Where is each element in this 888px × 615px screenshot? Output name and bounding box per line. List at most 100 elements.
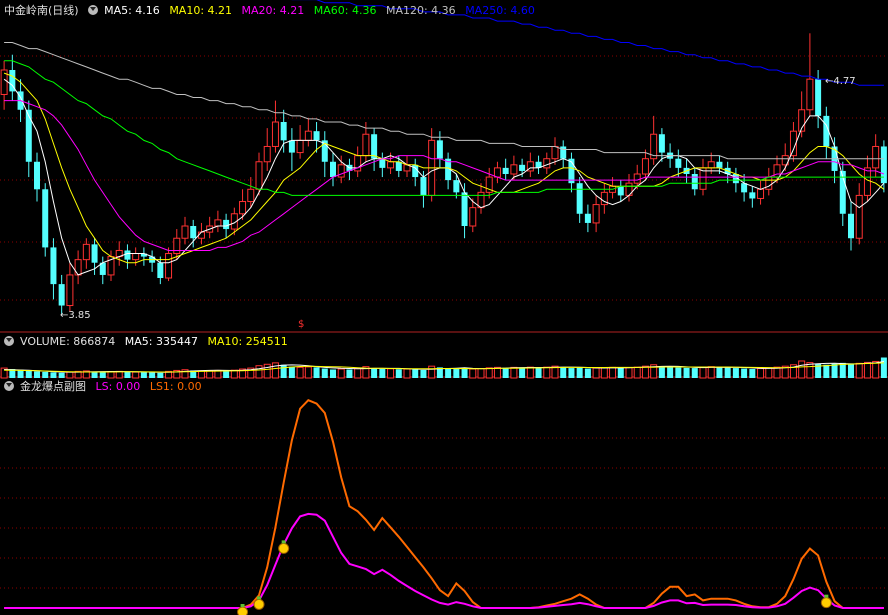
volume-bar-down bbox=[839, 362, 846, 378]
candle-body-down bbox=[91, 244, 98, 263]
volume-bar-down bbox=[560, 367, 567, 378]
indicator-header: 金龙爆点副图 LS: 0.00 LS1: 0.00 bbox=[4, 378, 208, 396]
candle-body-down bbox=[190, 226, 197, 239]
low-price-label: ←3.85 bbox=[60, 310, 91, 321]
volume-bar-down bbox=[749, 369, 756, 378]
volume-layer bbox=[0, 357, 887, 379]
volume-bar-up bbox=[271, 362, 279, 379]
volume-bar-down bbox=[741, 368, 748, 378]
candle-body-down bbox=[519, 164, 526, 171]
candle-body-up bbox=[469, 207, 477, 227]
candle-body-up bbox=[510, 164, 518, 175]
signal-dot-leaf bbox=[281, 540, 286, 544]
candle-body-down bbox=[58, 284, 65, 306]
volume-bar-up bbox=[757, 368, 765, 379]
volume-bar-up bbox=[773, 366, 781, 379]
candle-body-up bbox=[304, 130, 312, 141]
candle-body-down bbox=[42, 189, 49, 248]
ma250-label: MA250: 4.60 bbox=[465, 4, 535, 17]
candle-body-up bbox=[66, 274, 74, 307]
signal-dot bbox=[278, 542, 290, 554]
ma120-line bbox=[4, 42, 884, 160]
candle-body-up bbox=[477, 191, 485, 209]
signal-dot bbox=[253, 598, 265, 610]
candle-body-up bbox=[165, 253, 173, 279]
volume-bar-down bbox=[379, 369, 386, 378]
candle-body-down bbox=[379, 158, 386, 168]
indicator-title: 金龙爆点副图 bbox=[20, 380, 86, 393]
candle-body-down bbox=[313, 131, 320, 141]
candle-body-up bbox=[197, 231, 205, 239]
volume-bar-down bbox=[330, 369, 336, 378]
volume-bar-up bbox=[206, 370, 214, 379]
candle-body-up bbox=[263, 145, 271, 163]
candle-body-down bbox=[50, 247, 57, 285]
volume-bar-up bbox=[543, 366, 551, 379]
volume-bar-down bbox=[453, 369, 460, 378]
ma60-label: MA60: 4.36 bbox=[313, 4, 377, 17]
volume-bar-up bbox=[600, 367, 608, 379]
volume-bar-up bbox=[296, 366, 304, 379]
ls1-label: LS1: 0.00 bbox=[149, 380, 202, 393]
candle-body-down bbox=[420, 177, 427, 196]
volume-bar-down bbox=[732, 368, 739, 378]
dollar-marker: $ bbox=[298, 319, 305, 330]
volume-bar-up bbox=[263, 363, 271, 379]
volume-bar-down bbox=[420, 369, 427, 378]
volume-bar-down bbox=[667, 367, 674, 378]
volume-bar-up bbox=[387, 368, 395, 379]
volume-bar-down bbox=[395, 369, 402, 378]
chevron-down-icon[interactable] bbox=[4, 336, 14, 346]
ma10-line bbox=[3, 72, 885, 264]
volume-bar-down bbox=[880, 357, 887, 378]
chevron-down-icon[interactable] bbox=[88, 5, 99, 15]
volume-bar-up bbox=[510, 366, 518, 379]
ma60-line bbox=[4, 60, 884, 196]
volume-ma5-label: MA5: 335447 bbox=[124, 335, 198, 348]
candle-body-down bbox=[584, 213, 591, 223]
volume-bar-down bbox=[675, 367, 682, 378]
candle-body-down bbox=[658, 134, 665, 153]
volume-header: VOLUME: 866874 MA5: 335447 MA10: 254511 bbox=[4, 333, 294, 351]
candle-body-up bbox=[296, 139, 304, 154]
signal-dot bbox=[237, 606, 249, 615]
price-header: 中金岭南(日线) MA5: 4.16 MA10: 4.21 MA20: 4.21… bbox=[4, 2, 541, 20]
candle-body-down bbox=[453, 180, 460, 193]
volume-bar-up bbox=[872, 360, 880, 379]
volume-bar-up bbox=[255, 365, 263, 379]
volume-bar-down bbox=[617, 367, 624, 378]
ls-line bbox=[4, 399, 884, 609]
candle-body-down bbox=[34, 161, 40, 190]
grid-lines bbox=[0, 55, 888, 589]
stock-title: 中金岭南(日线) bbox=[4, 4, 79, 17]
candle-body-up bbox=[387, 161, 395, 169]
volume-bar-up bbox=[304, 366, 312, 379]
candle-body-down bbox=[716, 161, 723, 168]
volume-ma10-label: MA10: 254511 bbox=[207, 335, 288, 348]
candle-body-up bbox=[132, 253, 140, 261]
candle-body-up bbox=[592, 204, 600, 224]
chart-canvas bbox=[0, 0, 888, 615]
volume-bar-up bbox=[633, 366, 641, 379]
volume-bar-up bbox=[765, 367, 773, 379]
candle-body-up bbox=[255, 161, 263, 190]
volume-bar-down bbox=[313, 367, 320, 378]
volume-bar-up bbox=[641, 365, 649, 379]
candle-body-down bbox=[675, 158, 682, 168]
volume-bar-down bbox=[346, 369, 353, 378]
volume-bar-up bbox=[699, 366, 707, 379]
volume-bar-down bbox=[502, 367, 509, 378]
volume-bar-up bbox=[485, 367, 493, 379]
volume-bar-down bbox=[280, 364, 287, 378]
candle-body-up bbox=[173, 237, 181, 255]
volume-bar-up bbox=[863, 361, 871, 379]
volume-bar-down bbox=[576, 367, 583, 378]
chevron-down-icon[interactable] bbox=[4, 381, 14, 391]
volume-bar-down bbox=[321, 368, 328, 378]
high-price-label: ←4.77 bbox=[825, 76, 856, 87]
candle-body-down bbox=[576, 183, 583, 214]
volume-bar-down bbox=[831, 363, 838, 378]
candle-body-up bbox=[633, 173, 641, 184]
moving-average-layer bbox=[3, 0, 885, 276]
candle-body-down bbox=[436, 140, 443, 159]
